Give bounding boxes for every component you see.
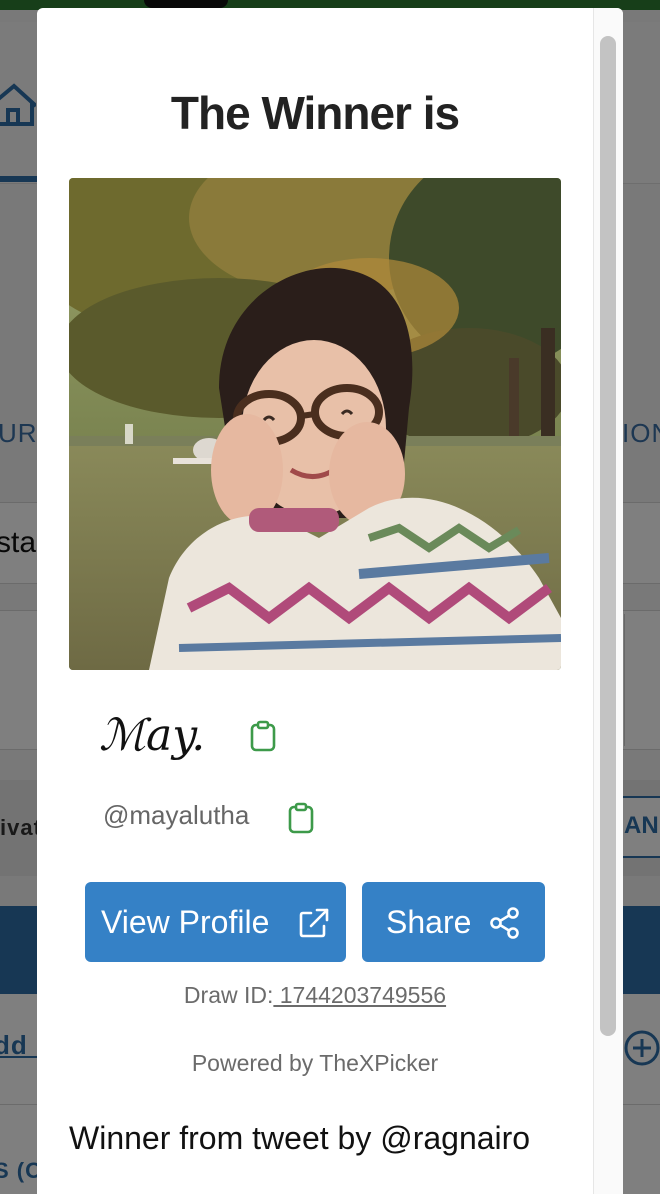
share-label: Share bbox=[386, 903, 472, 940]
draw-id-label: Draw ID: bbox=[183, 982, 274, 1008]
winner-handle: @mayalutha bbox=[103, 800, 250, 830]
draw-id-link[interactable]: 1744203749556 bbox=[273, 982, 446, 1008]
clipboard-icon[interactable] bbox=[287, 802, 315, 834]
view-profile-button[interactable]: View Profile bbox=[85, 882, 346, 962]
modal-title: The Winner is bbox=[170, 87, 460, 139]
clipboard-icon[interactable] bbox=[249, 720, 277, 752]
winner-avatar-photo bbox=[69, 178, 561, 670]
tweet-source-text: Winner from tweet by @ragnairo bbox=[69, 1120, 531, 1156]
winner-modal: The Winner is ℳay. @mayalutha View Profi… bbox=[37, 8, 623, 1194]
winner-display-name: ℳay. bbox=[99, 710, 206, 761]
view-profile-label: View Profile bbox=[101, 903, 270, 940]
share-button[interactable]: Share bbox=[362, 882, 545, 962]
screen: URI ION sta ivat AN dd 1 S (Optional) Th… bbox=[0, 0, 660, 1194]
share-nodes-icon bbox=[490, 907, 519, 939]
external-link-icon bbox=[299, 908, 329, 938]
modal-scrollbar-thumb[interactable] bbox=[600, 36, 616, 1036]
powered-by-text: Powered by TheXPicker bbox=[191, 1050, 439, 1076]
draw-id: Draw ID: 1744203749556 bbox=[37, 982, 593, 1009]
